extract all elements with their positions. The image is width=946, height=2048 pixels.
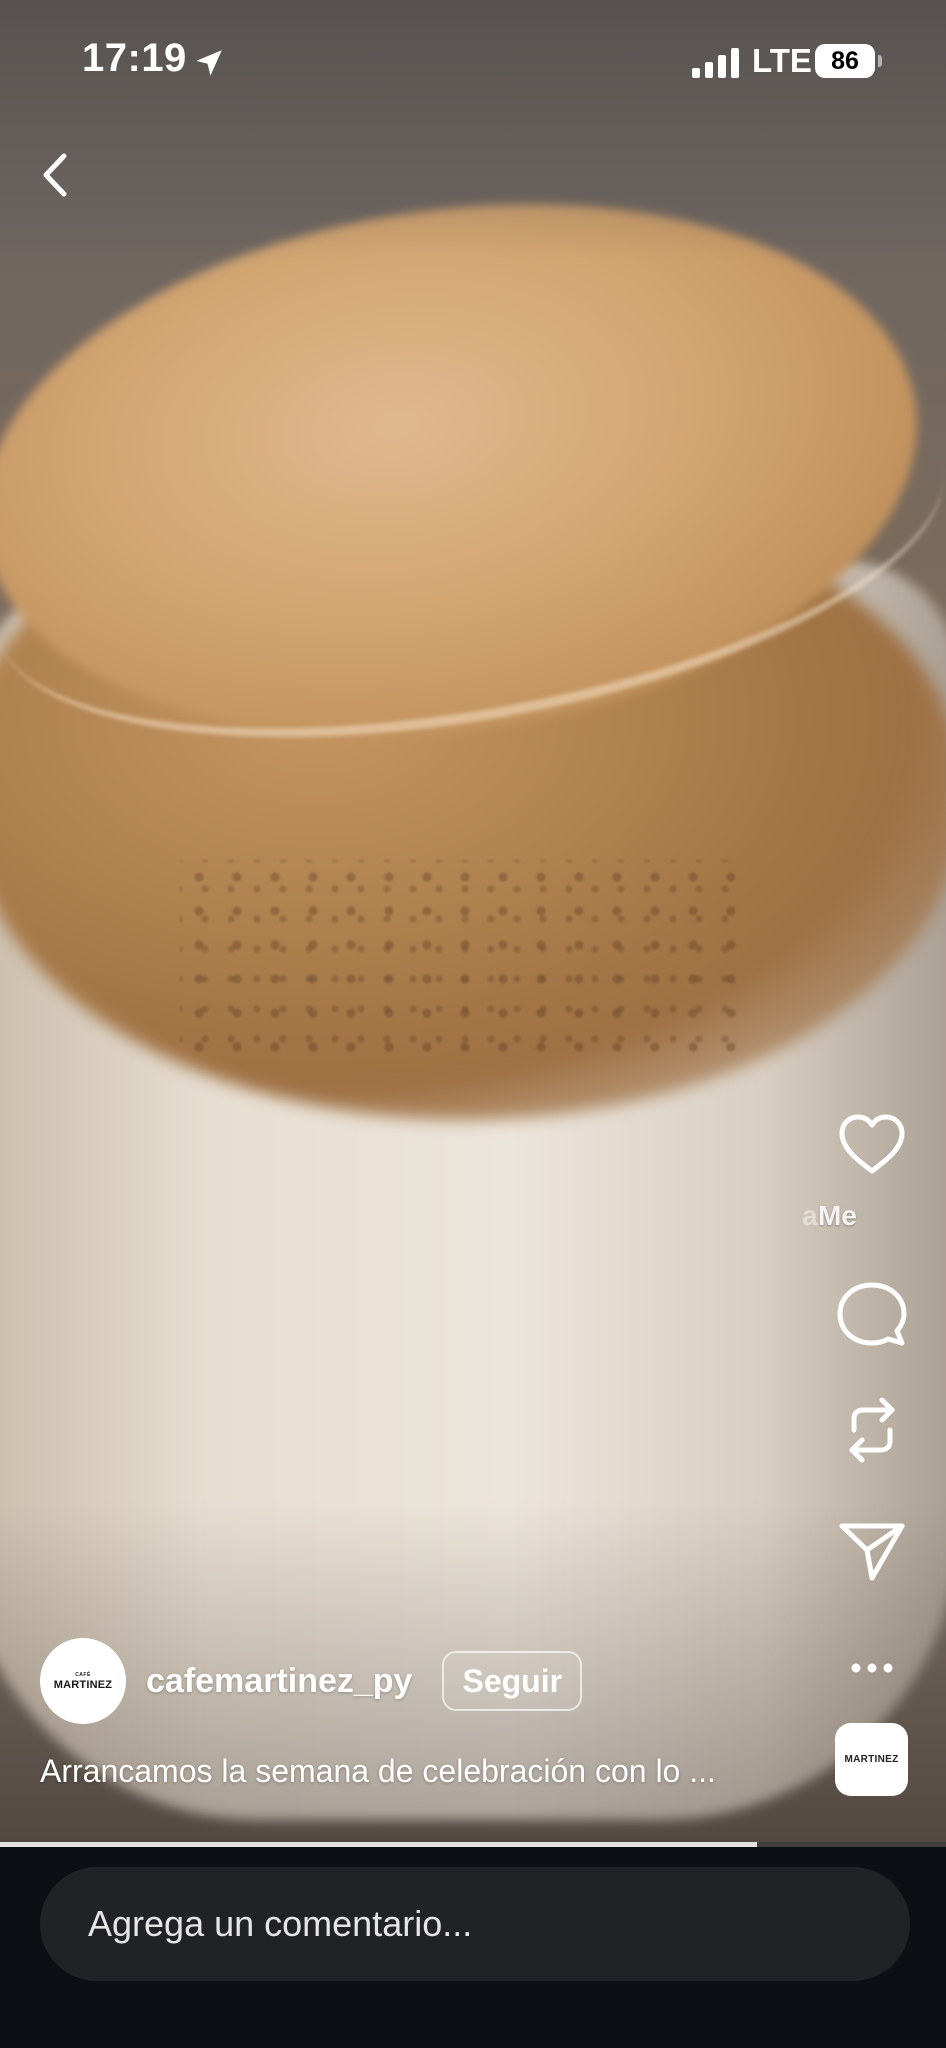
network-type-label: LTE [752, 42, 812, 79]
like-button[interactable] [832, 1105, 912, 1185]
audio-thumbnail[interactable]: MARTINEZ [835, 1723, 908, 1796]
more-options-button[interactable] [832, 1628, 912, 1673]
comment-button[interactable] [832, 1275, 912, 1355]
more-dots-icon [851, 1663, 893, 1673]
repost-button[interactable] [832, 1390, 912, 1470]
reel-media[interactable] [0, 0, 946, 1842]
cellular-signal-icon [692, 48, 739, 78]
avatar[interactable]: CAFÉ MARTINEZ [40, 1638, 126, 1724]
avatar-small-label: CAFÉ [75, 1671, 91, 1678]
battery-level: 86 [815, 44, 875, 78]
foam-bubbles-texture [180, 860, 740, 1060]
comment-input[interactable] [40, 1867, 910, 1981]
heart-icon [839, 1114, 905, 1174]
back-button[interactable] [30, 140, 82, 210]
comment-bubble-icon [837, 1282, 907, 1346]
location-arrow-icon [196, 50, 222, 76]
battery-icon: 86 [815, 44, 882, 80]
share-button[interactable] [832, 1508, 912, 1588]
status-time: 17:19 [82, 36, 187, 80]
reel-screen: 17:19 LTE 86 a Me MARTINEZ CAFÉ MARTINEZ… [0, 0, 946, 2048]
repost-icon [849, 1397, 895, 1463]
post-caption[interactable]: Arrancamos la semana de celebración con … [40, 1753, 810, 1790]
chevron-left-icon [43, 153, 67, 197]
username-link[interactable]: cafemartinez_py [146, 1662, 412, 1701]
comment-bar [0, 1847, 946, 2048]
follow-button[interactable]: Seguir [442, 1651, 583, 1711]
paper-plane-icon [839, 1523, 905, 1581]
avatar-brand-label: MARTINEZ [53, 1678, 113, 1691]
author-row: CAFÉ MARTINEZ cafemartinez_py Seguir [40, 1638, 583, 1724]
battery-cap [878, 55, 882, 67]
audio-thumb-label: MARTINEZ [844, 1754, 899, 1765]
status-bar: 17:19 LTE 86 [0, 0, 946, 120]
likes-label[interactable]: Me [818, 1200, 857, 1232]
likes-text-fade: a [802, 1200, 818, 1231]
